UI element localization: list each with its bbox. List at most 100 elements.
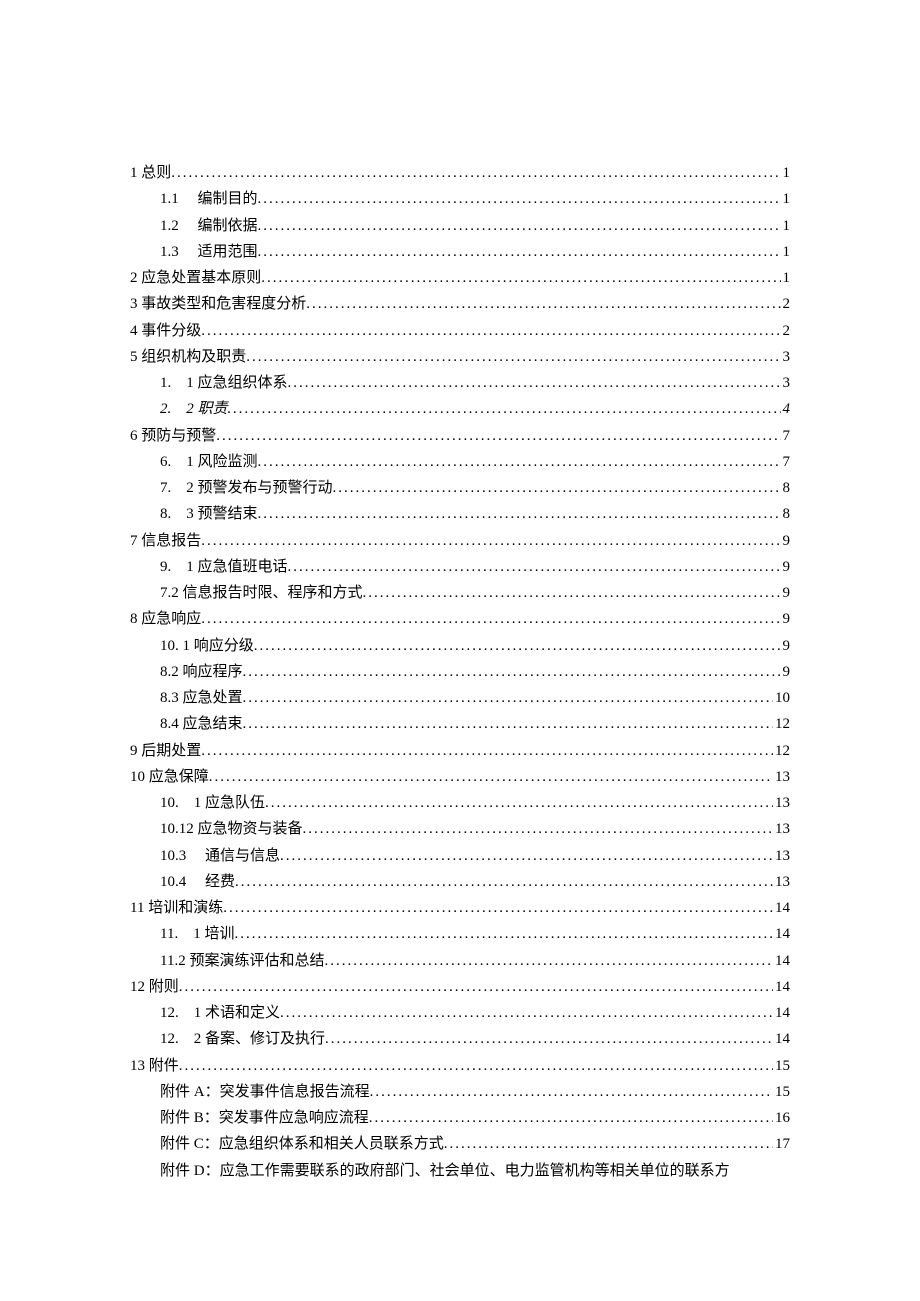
toc-entry: 1.2 编制依据 1 (130, 213, 790, 239)
toc-leader (235, 869, 773, 895)
toc-label: 7 信息报告 (130, 528, 201, 554)
toc-label: 8 应急响应 (130, 606, 201, 632)
toc-entry: 2. 2 职责 4 (130, 396, 790, 422)
toc-leader (254, 633, 781, 659)
toc-leader (179, 974, 773, 1000)
toc-leader (258, 449, 781, 475)
toc-page: 13 (773, 843, 790, 869)
toc-label: 2 应急处置基本原则 (130, 265, 261, 291)
toc-leader (216, 423, 780, 449)
toc-page: 9 (781, 554, 791, 580)
toc-label: 9. 1 应急值班电话 (160, 554, 288, 580)
toc-label: 1.3 适用范围 (160, 239, 258, 265)
toc-entry: 9 后期处置 12 (130, 738, 790, 764)
toc-page: 14 (773, 921, 790, 947)
toc-entry: 1.1 编制目的 1 (130, 186, 790, 212)
toc-entry: 6. 1 风险监测 7 (130, 449, 790, 475)
toc-entry: 10.4 经费 13 (130, 869, 790, 895)
toc-label: 附件 C：应急组织体系和相关人员联系方式 (160, 1131, 444, 1157)
toc-label: 6. 1 风险监测 (160, 449, 258, 475)
toc-label: 9 后期处置 (130, 738, 201, 764)
toc-leader (306, 291, 780, 317)
toc-leader (179, 1053, 773, 1079)
toc-entry: 12 附则 14 (130, 974, 790, 1000)
toc-page: 9 (781, 606, 791, 632)
toc-page: 1 (781, 186, 791, 212)
toc-entry: 7. 2 预警发布与预警行动 8 (130, 475, 790, 501)
toc-label: 3 事故类型和危害程度分析 (130, 291, 306, 317)
toc-label: 6 预防与预警 (130, 423, 216, 449)
toc-entry: 10.12 应急物资与装备 13 (130, 816, 790, 842)
table-of-contents: 1 总则 1 1.1 编制目的 1 1.2 编制依据 1 1.3 适用范围 1 … (130, 160, 790, 1184)
toc-label: 2. 2 职责 (160, 396, 228, 422)
toc-entry: 8.3 应急处置 10 (130, 685, 790, 711)
toc-leader (280, 843, 773, 869)
toc-leader (444, 1131, 773, 1157)
toc-page: 14 (773, 948, 790, 974)
toc-label: 4 事件分级 (130, 318, 201, 344)
toc-entry: 附件 A：突发事件信息报告流程 15 (130, 1079, 790, 1105)
toc-leader (234, 921, 773, 947)
toc-label: 10.4 经费 (160, 869, 235, 895)
toc-page: 9 (781, 633, 791, 659)
toc-label: 7. 2 预警发布与预警行动 (160, 475, 333, 501)
toc-page: 1 (781, 239, 791, 265)
toc-entry: 8. 3 预警结束 8 (130, 501, 790, 527)
toc-page: 8 (781, 501, 791, 527)
toc-entry: 12. 2 备案、修订及执行 14 (130, 1026, 790, 1052)
toc-page: 13 (773, 790, 790, 816)
toc-leader (201, 606, 780, 632)
toc-leader (258, 213, 781, 239)
toc-entry: 10 应急保障 13 (130, 764, 790, 790)
toc-page: 9 (781, 528, 791, 554)
toc-page: 2 (781, 318, 791, 344)
toc-label: 1.1 编制目的 (160, 186, 258, 212)
toc-leader (201, 528, 780, 554)
toc-leader (228, 396, 781, 422)
toc-entry: 8.2 响应程序 9 (130, 659, 790, 685)
toc-label: 10. 1 应急队伍 (160, 790, 265, 816)
toc-leader (280, 1000, 773, 1026)
toc-label: 10.3 通信与信息 (160, 843, 280, 869)
toc-leader (288, 370, 781, 396)
toc-leader (201, 738, 773, 764)
toc-leader (209, 764, 773, 790)
toc-entry: 1.3 适用范围 1 (130, 239, 790, 265)
toc-entry-continued: 附件 D：应急工作需要联系的政府部门、社会单位、电力监管机构等相关单位的联系方 (130, 1158, 790, 1184)
toc-entry: 12. 1 术语和定义 14 (130, 1000, 790, 1026)
toc-label: 12. 2 备案、修订及执行 (160, 1026, 325, 1052)
toc-page: 13 (773, 869, 790, 895)
toc-leader (243, 685, 773, 711)
toc-page: 8 (781, 475, 791, 501)
toc-page: 10 (773, 685, 790, 711)
toc-leader (369, 1105, 773, 1131)
toc-page: 9 (781, 580, 791, 606)
toc-page: 2 (781, 291, 791, 317)
toc-leader (258, 501, 781, 527)
toc-leader (258, 186, 781, 212)
toc-entry: 4 事件分级 2 (130, 318, 790, 344)
toc-label: 10.12 应急物资与装备 (160, 816, 303, 842)
toc-label: 12. 1 术语和定义 (160, 1000, 280, 1026)
toc-leader (223, 895, 773, 921)
document-page: 1 总则 1 1.1 编制目的 1 1.2 编制依据 1 1.3 适用范围 1 … (0, 0, 920, 1264)
toc-page: 16 (773, 1105, 790, 1131)
toc-entry: 5 组织机构及职责 3 (130, 344, 790, 370)
toc-label: 10. 1 响应分级 (160, 633, 254, 659)
toc-leader (261, 265, 780, 291)
toc-entry: 3 事故类型和危害程度分析 2 (130, 291, 790, 317)
toc-entry: 1. 1 应急组织体系 3 (130, 370, 790, 396)
toc-page: 3 (781, 370, 791, 396)
toc-page: 1 (781, 160, 791, 186)
toc-leader (324, 948, 773, 974)
toc-entry: 10. 1 响应分级 9 (130, 633, 790, 659)
toc-label: 8. 3 预警结束 (160, 501, 258, 527)
toc-label: 1. 1 应急组织体系 (160, 370, 288, 396)
toc-leader (243, 659, 781, 685)
toc-leader (333, 475, 781, 501)
toc-label: 1.2 编制依据 (160, 213, 258, 239)
toc-page: 13 (773, 816, 790, 842)
toc-entry: 1 总则 1 (130, 160, 790, 186)
toc-label: 附件 A：突发事件信息报告流程 (160, 1079, 370, 1105)
toc-entry: 8 应急响应 9 (130, 606, 790, 632)
